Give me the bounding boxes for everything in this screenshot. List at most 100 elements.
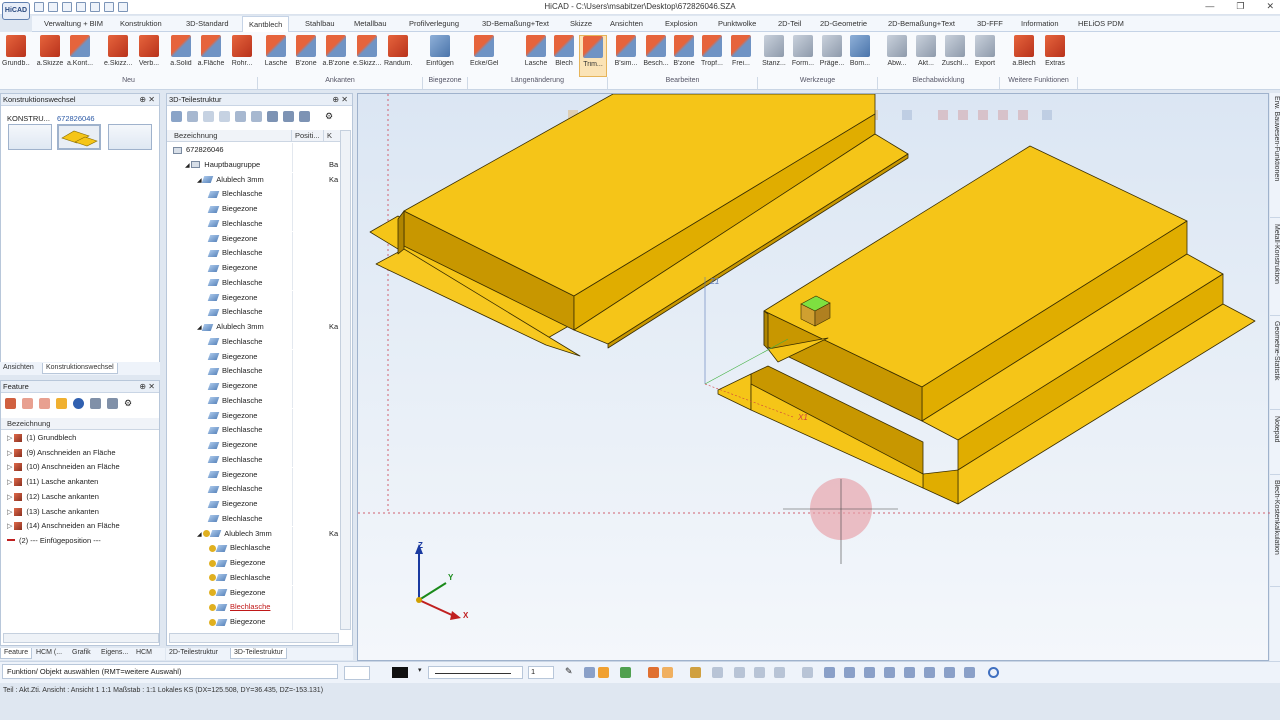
feature-tool-icon[interactable] xyxy=(73,398,84,409)
tree-row[interactable]: Blechlasche xyxy=(167,511,340,527)
feature-item[interactable]: ▷ (1) Grundblech xyxy=(1,431,159,446)
tree-row[interactable]: ◢ Alublech 3mm Ka xyxy=(167,320,340,335)
tree-hscrollbar[interactable] xyxy=(169,633,339,643)
ribbon-button-6[interactable]: a.Fläche xyxy=(197,35,225,67)
feature-tool-icon[interactable] xyxy=(5,398,16,409)
tree-row[interactable]: Biegezone xyxy=(167,202,340,217)
ribbon-button-24[interactable]: Form... xyxy=(789,35,817,67)
right-tab[interactable]: Erw. Bauwesen-Funktionen xyxy=(1270,93,1280,218)
tab-3d-teilestruktur[interactable]: 3D-Teilestruktur xyxy=(230,648,288,659)
tab-2d-geometrie[interactable]: 2D-Geometrie xyxy=(814,16,873,32)
frame-style-button[interactable] xyxy=(344,666,370,680)
tree-row[interactable]: Blechlasche xyxy=(167,600,340,615)
ribbon-button-5[interactable]: a.Solid xyxy=(167,35,195,67)
feature-tool-icon[interactable] xyxy=(22,398,33,409)
tree-tool-icon[interactable] xyxy=(203,111,214,122)
feature-tool-icon[interactable] xyxy=(56,398,67,409)
tab-skizze[interactable]: Skizze xyxy=(564,16,598,32)
feature-pin-close-icon[interactable]: ⊕ ✕ xyxy=(139,381,155,392)
toolbar-icon[interactable] xyxy=(712,667,723,678)
tab-2d-teil[interactable]: 2D-Teil xyxy=(772,16,807,32)
minimize-icon[interactable]: — xyxy=(1205,1,1214,12)
command-prompt[interactable]: Funktion/ Objekt auswählen (RMT=weitere … xyxy=(2,664,338,679)
tab-helios-pdm[interactable]: HELiOS PDM xyxy=(1072,16,1130,32)
tree-row[interactable]: Biegezone xyxy=(167,585,340,601)
feature-item[interactable]: (2) --- Einfügeposition --- xyxy=(1,534,159,549)
ribbon-button-31[interactable]: a.Blech xyxy=(1010,35,1038,67)
toolbar-icon[interactable] xyxy=(944,667,955,678)
tree-row[interactable]: Blechlasche xyxy=(167,541,340,556)
tree-row[interactable]: Biegezone xyxy=(167,438,340,453)
tab-feature[interactable]: Feature xyxy=(0,648,33,659)
right-tab[interactable]: Blech-Kostenkalkulation xyxy=(1270,477,1280,587)
toolbar-icon[interactable] xyxy=(598,667,609,678)
tab-information[interactable]: Information xyxy=(1015,16,1065,32)
toolbar-icon[interactable] xyxy=(988,667,999,678)
tree-row[interactable]: Blechlasche xyxy=(167,482,340,497)
ribbon-button-4[interactable]: Verb... xyxy=(135,35,163,67)
tree-row[interactable]: Blechlasche xyxy=(167,275,340,291)
tab-3d-bema-ung-text[interactable]: 3D-Bemaßung+Text xyxy=(476,16,555,32)
tree-row[interactable]: Blechlasche xyxy=(167,423,340,438)
feature-item[interactable]: ▷ (11) Lasche ankanten xyxy=(1,475,159,490)
tab-hcm[interactable]: HCM (... xyxy=(33,648,65,659)
tree-row[interactable]: Biegezone xyxy=(167,261,340,276)
feature-item[interactable]: ▷ (14) Anschneiden an Fläche xyxy=(1,519,159,534)
expand-arrow-icon[interactable]: ▷ xyxy=(7,464,14,471)
ribbon-button-0[interactable]: Grundb... xyxy=(2,35,30,67)
tab-ansichten[interactable]: Ansichten xyxy=(0,363,37,374)
tree-row[interactable]: Blechlasche xyxy=(167,570,340,586)
right-tab[interactable]: Geometrie-Statistik xyxy=(1270,318,1280,410)
toolbar-icon[interactable] xyxy=(774,667,785,678)
expand-arrow-icon[interactable]: ▷ xyxy=(7,509,14,516)
line-width-select[interactable]: 1 xyxy=(528,666,554,679)
toolbar-icon[interactable] xyxy=(864,667,875,678)
ribbon-button-7[interactable]: Rohr... xyxy=(228,35,256,67)
ribbon-button-25[interactable]: Präge... xyxy=(818,35,846,67)
color-swatch[interactable] xyxy=(392,667,408,678)
col-k[interactable]: K xyxy=(324,130,340,142)
tree-row[interactable]: Biegezone xyxy=(167,497,340,512)
toolbar-icon[interactable] xyxy=(648,667,659,678)
ribbon-button-13[interactable]: Einfügen xyxy=(426,35,454,67)
ribbon-button-23[interactable]: Stanz... xyxy=(760,35,788,67)
ribbon-button-18[interactable]: B'sim... xyxy=(612,35,640,67)
tree-row[interactable]: ◢ Hauptbaugruppe Ba xyxy=(167,157,340,173)
right-tab[interactable]: Metall-Konstruktion xyxy=(1270,221,1280,316)
thumbnail-1[interactable] xyxy=(8,124,52,150)
tab-kantblech[interactable]: Kantblech xyxy=(242,16,290,33)
linetype-select[interactable] xyxy=(428,666,523,679)
tab-metallbau[interactable]: Metallbau xyxy=(348,16,393,32)
toolbar-icon[interactable] xyxy=(824,667,835,678)
feature-item[interactable]: ▷ (9) Anschneiden an Fläche xyxy=(1,446,159,461)
tab-stahlbau[interactable]: Stahlbau xyxy=(299,16,341,32)
toolbar-icon[interactable] xyxy=(802,667,813,678)
tree-row[interactable]: Blechlasche xyxy=(167,334,340,350)
ribbon-button-14[interactable]: Ecke/Gehrung xyxy=(470,35,498,67)
toolbar-icon[interactable] xyxy=(662,667,673,678)
ribbon-button-30[interactable]: Export xyxy=(971,35,999,67)
tab-grafik[interactable]: Grafik xyxy=(69,648,94,659)
tab-verwaltung-bim[interactable]: Verwaltung + BIM xyxy=(38,16,109,32)
toolbar-icon[interactable] xyxy=(734,667,745,678)
tree-row[interactable]: Blechlasche xyxy=(167,187,340,202)
tree-row[interactable]: Biegezone xyxy=(167,379,340,394)
feature-item[interactable]: ▷ (10) Anschneiden an Fläche xyxy=(1,460,159,475)
ribbon-button-9[interactable]: B'zone xyxy=(292,35,320,67)
ribbon-button-29[interactable]: Zuschl... xyxy=(941,35,969,67)
tree-row[interactable]: ◢ Alublech 3mm Ka xyxy=(167,172,340,188)
toolbar-icon[interactable] xyxy=(844,667,855,678)
toolbar-icon[interactable] xyxy=(924,667,935,678)
structure-pin-close-icon[interactable]: ⊕ ✕ xyxy=(332,94,348,105)
tab-profilverlegung[interactable]: Profilverlegung xyxy=(403,16,465,32)
pin-close-icon[interactable]: ⊕ ✕ xyxy=(139,94,155,105)
feature-tool-icon[interactable] xyxy=(107,398,118,409)
tab-2d-bema-ung-text[interactable]: 2D-Bemaßung+Text xyxy=(882,16,961,32)
tree-row[interactable]: Biegezone xyxy=(167,231,340,247)
ribbon-button-28[interactable]: Akt... xyxy=(912,35,940,67)
restore-icon[interactable]: ❐ xyxy=(1236,1,1244,12)
tree-row[interactable]: Biegezone xyxy=(167,408,340,424)
tab-explosion[interactable]: Explosion xyxy=(659,16,704,32)
expand-arrow-icon[interactable]: ▷ xyxy=(7,494,14,501)
ribbon-button-27[interactable]: Abw... xyxy=(883,35,911,67)
